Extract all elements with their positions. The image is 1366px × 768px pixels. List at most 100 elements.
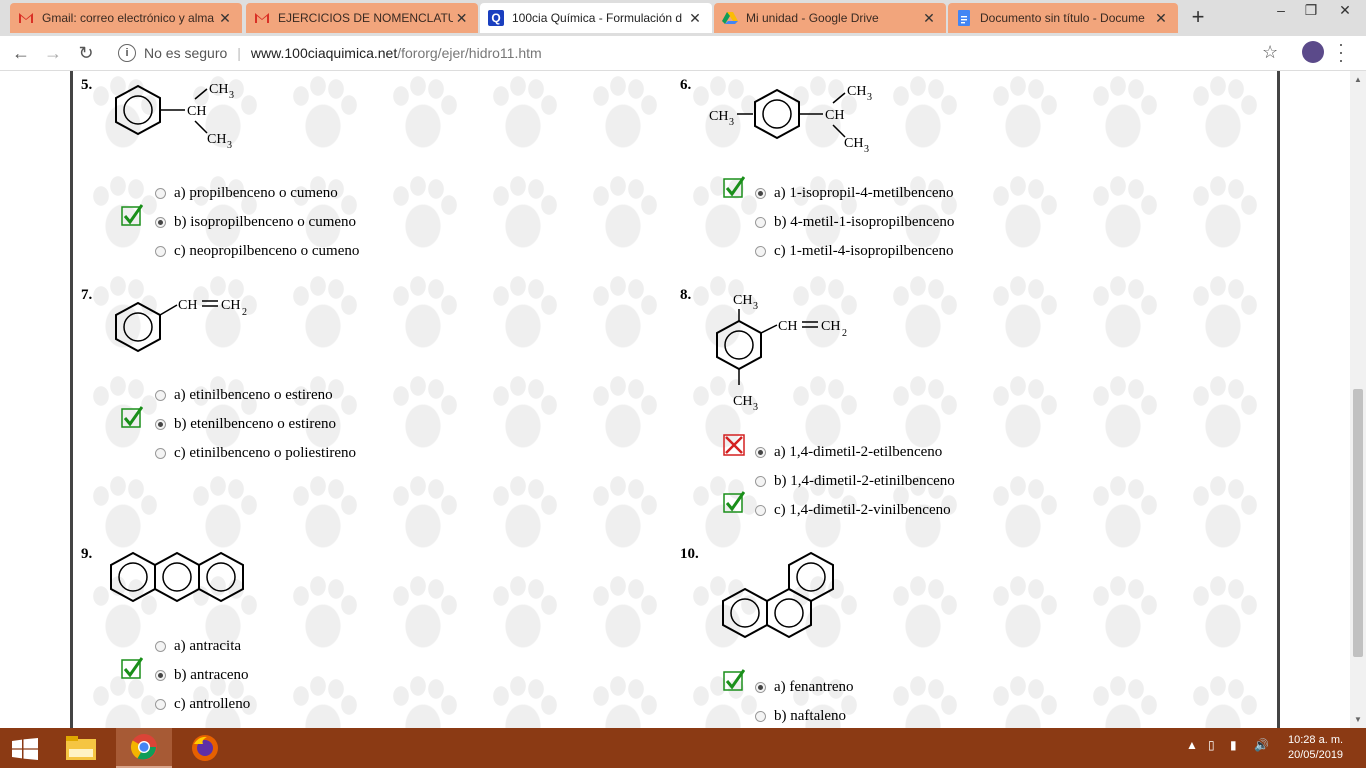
correct-check-icon (121, 657, 143, 679)
maximize-icon[interactable]: ❐ (1296, 2, 1326, 22)
option-9c[interactable]: c) antrolleno (155, 696, 250, 713)
file-explorer-icon[interactable] (56, 728, 106, 768)
firefox-icon[interactable] (180, 728, 230, 768)
radio-button[interactable] (155, 390, 166, 401)
radio-button[interactable] (755, 476, 766, 487)
close-icon[interactable]: ✕ (453, 10, 470, 27)
option-label: a) propilbenceno o cumeno (174, 185, 338, 201)
radio-button[interactable] (155, 699, 166, 710)
radio-button[interactable] (155, 670, 166, 681)
scroll-down-icon[interactable]: ▼ (1354, 715, 1362, 724)
option-7a[interactable]: a) etinilbenceno o estireno (155, 387, 333, 404)
separator: | (237, 45, 241, 61)
option-7c[interactable]: c) etinilbenceno o poliestireno (155, 445, 356, 462)
tab-title: Mi unidad - Google Drive (746, 11, 879, 25)
svg-text:CH: CH (821, 319, 840, 334)
option-7b[interactable]: b) etenilbenceno o estireno (155, 416, 336, 433)
radio-button[interactable] (155, 419, 166, 430)
option-label: a) 1,4-dimetil-2-etilbenceno (774, 444, 943, 460)
option-label: b) 4-metil-1-isopropilbenceno (774, 214, 955, 230)
network-icon[interactable]: ▮ (1230, 738, 1237, 752)
q-icon: Q (488, 10, 504, 26)
back-icon[interactable]: ← (10, 42, 32, 64)
structure-p-cymene: CH 3 CH CH 3 CH 3 (709, 84, 872, 155)
new-tab-button[interactable]: + (1184, 6, 1212, 30)
show-hidden-icons[interactable]: ▲ (1186, 738, 1198, 752)
svg-text:3: 3 (864, 144, 869, 155)
question-number: 5. (81, 77, 93, 93)
tab-drive[interactable]: Mi unidad - Google Drive ✕ (714, 3, 946, 33)
tab-100cia[interactable]: Q 100cia Química - Formulación d ✕ (480, 3, 712, 33)
question-number: 7. (81, 287, 93, 303)
option-5b[interactable]: b) isopropilbenceno o cumeno (155, 214, 356, 231)
correct-check-icon (723, 491, 745, 513)
radio-button[interactable] (155, 641, 166, 652)
option-9b[interactable]: b) antraceno (155, 667, 249, 684)
info-icon[interactable]: i (118, 44, 136, 62)
chrome-icon[interactable] (116, 728, 172, 768)
tab-title: Documento sin título - Docume (980, 11, 1145, 25)
radio-button[interactable] (155, 217, 166, 228)
option-8a[interactable]: a) 1,4-dimetil-2-etilbenceno (755, 444, 942, 461)
question-number: 6. (680, 77, 692, 93)
radio-button[interactable] (755, 711, 766, 722)
option-10a[interactable]: a) fenantreno (755, 679, 854, 696)
scroll-thumb[interactable] (1353, 389, 1363, 657)
windows-start-icon[interactable] (12, 738, 38, 760)
url-host: www.100ciaquimica.net (250, 45, 398, 61)
option-5c[interactable]: c) neopropilbenceno o cumeno (155, 243, 359, 260)
device-icon[interactable]: ▯ (1208, 738, 1215, 752)
close-icon[interactable]: ✕ (920, 10, 938, 27)
close-icon[interactable]: ✕ (216, 10, 234, 27)
radio-button[interactable] (755, 188, 766, 199)
system-clock[interactable]: 10:28 a. m. 20/05/2019 (1288, 733, 1343, 763)
option-5a[interactable]: a) propilbenceno o cumeno (155, 185, 338, 202)
svg-text:3: 3 (867, 92, 872, 103)
tab-docs[interactable]: Documento sin título - Docume ✕ (948, 3, 1178, 33)
radio-button[interactable] (755, 246, 766, 257)
option-6c[interactable]: c) 1-metil-4-isopropilbenceno (755, 243, 954, 260)
radio-button[interactable] (755, 682, 766, 693)
option-label: c) 1-metil-4-isopropilbenceno (774, 243, 954, 259)
tab-gmail[interactable]: Gmail: correo electrónico y alma ✕ (10, 3, 242, 33)
avatar[interactable] (1302, 41, 1324, 63)
forward-icon[interactable]: → (42, 42, 64, 64)
close-window-icon[interactable]: ✕ (1330, 2, 1360, 22)
exercise-sheet: 5. CH CH 3 CH 3 a) propilbenceno o cumeno … (70, 71, 1280, 728)
reload-icon[interactable]: ↻ (75, 42, 97, 64)
radio-button[interactable] (155, 188, 166, 199)
close-icon[interactable]: ✕ (686, 10, 704, 27)
radio-button[interactable] (155, 246, 166, 257)
option-label: b) antraceno (174, 667, 249, 683)
option-8b[interactable]: b) 1,4-dimetil-2-etinilbenceno (755, 473, 955, 490)
option-6b[interactable]: b) 4-metil-1-isopropilbenceno (755, 214, 954, 231)
option-label: b) naftaleno (774, 708, 847, 724)
structure-dimethylstyrene: CH 3 CH CH 2 CH 3 (716, 293, 847, 413)
option-10b[interactable]: b) naftaleno (755, 708, 846, 725)
tab-ejercicios[interactable]: EJERCICIOS DE NOMENCLATUR ✕ (246, 3, 478, 33)
svg-text:3: 3 (729, 117, 734, 128)
structure-cumene: CH CH 3 CH 3 (115, 82, 234, 151)
svg-text:3: 3 (753, 301, 758, 312)
clock-time: 10:28 a. m. (1288, 734, 1344, 746)
menu-icon[interactable]: · · · (1336, 35, 1346, 69)
scroll-up-icon[interactable]: ▲ (1354, 75, 1362, 84)
option-9a[interactable]: a) antracita (155, 638, 241, 655)
radio-button[interactable] (755, 217, 766, 228)
option-6a[interactable]: a) 1-isopropil-4-metilbenceno (755, 185, 954, 202)
tab-title: 100cia Química - Formulación d (512, 11, 683, 25)
vertical-scrollbar[interactable]: ▲ ▼ (1350, 71, 1366, 728)
minimize-icon[interactable]: – (1266, 2, 1296, 22)
radio-button[interactable] (155, 448, 166, 459)
address-bar[interactable]: i No es seguro | www.100ciaquimica.net/f… (110, 41, 1290, 65)
radio-button[interactable] (755, 447, 766, 458)
browser-toolbar: ← → ↻ i No es seguro | www.100ciaquimica… (0, 36, 1366, 71)
close-icon[interactable]: ✕ (1152, 10, 1170, 27)
option-8c[interactable]: c) 1,4-dimetil-2-vinilbenceno (755, 502, 951, 519)
radio-button[interactable] (755, 505, 766, 516)
bookmark-star-icon[interactable]: ☆ (1262, 42, 1278, 63)
volume-icon[interactable]: 🔊 (1254, 738, 1269, 752)
svg-text:CH: CH (209, 82, 228, 97)
correct-check-icon (121, 204, 143, 226)
option-label: c) antrolleno (174, 696, 251, 712)
